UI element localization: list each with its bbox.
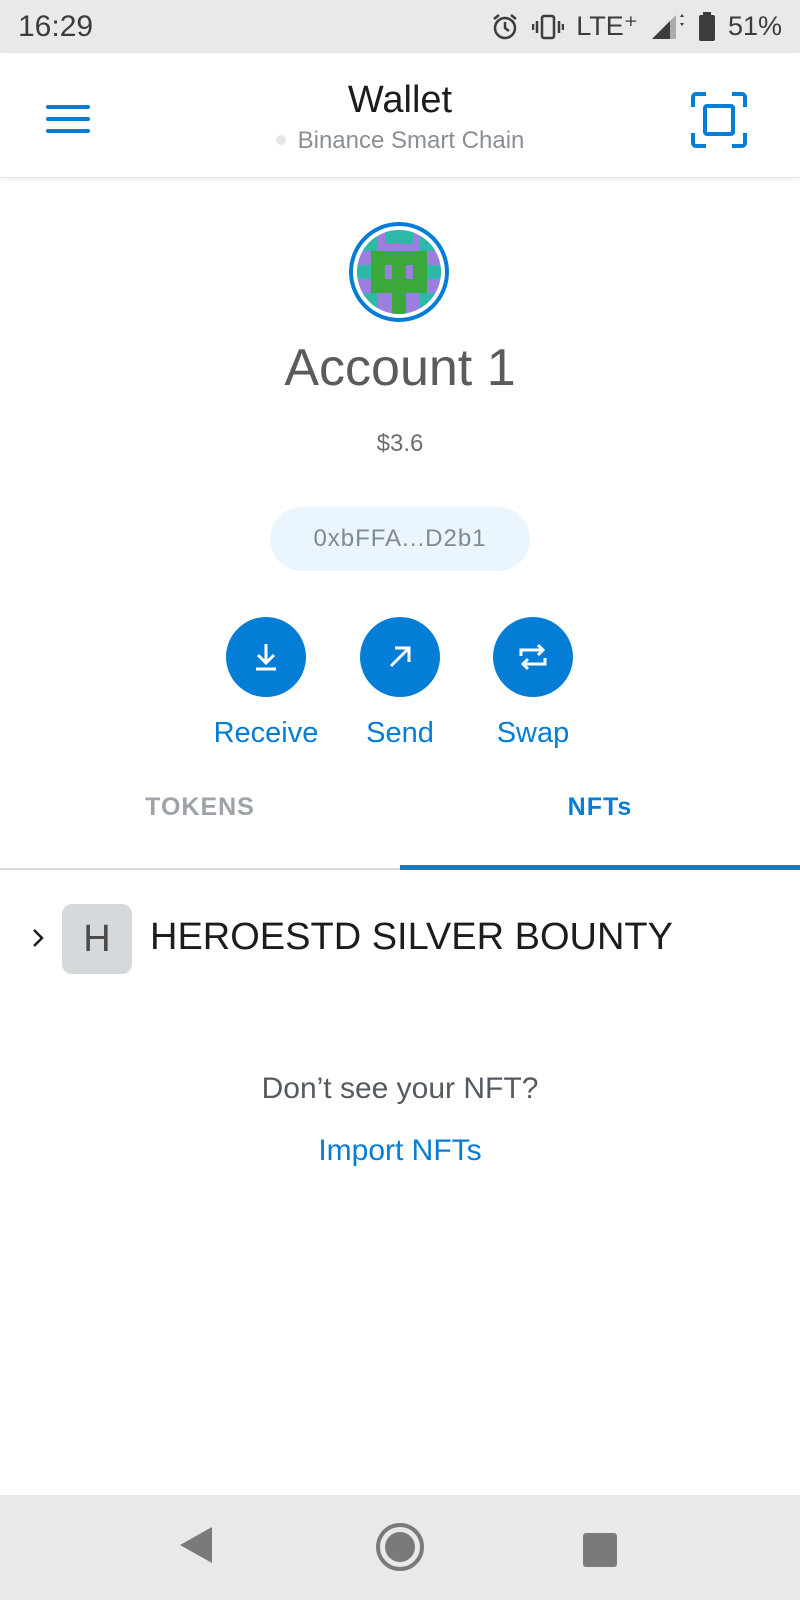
signal-icon <box>650 13 686 41</box>
account-balance: $3.6 <box>376 430 424 457</box>
status-time: 16:29 <box>18 9 94 43</box>
active-tab-indicator <box>400 865 800 870</box>
system-nav-bar <box>0 1495 800 1600</box>
recents-icon[interactable] <box>583 1533 617 1567</box>
arrow-up-right-icon <box>360 617 440 697</box>
scan-icon[interactable] <box>690 91 748 149</box>
collection-name: HEROESTD SILVER BOUNTY <box>150 916 673 958</box>
nft-collection-row[interactable]: H HEROESTD SILVER BOUNTY <box>0 904 800 976</box>
home-icon[interactable] <box>375 1522 425 1577</box>
tab-tokens[interactable]: TOKENS <box>0 775 400 868</box>
tab-nfts[interactable]: NFTs <box>400 775 800 868</box>
asset-tabs: TOKENS NFTs <box>0 775 800 870</box>
battery-percent: 51% <box>727 11 782 41</box>
account-name[interactable]: Account 1 <box>0 338 800 398</box>
back-icon[interactable] <box>178 1525 214 1570</box>
status-bar: 16:29 LTE⁺ 51% <box>0 0 800 53</box>
app-header: Wallet Binance Smart Chain <box>0 53 800 178</box>
alarm-icon <box>490 12 520 42</box>
collection-badge: H <box>62 904 132 974</box>
status-icons: LTE⁺ 51% <box>490 11 782 42</box>
send-label: Send <box>366 717 434 749</box>
swap-button[interactable]: Swap <box>463 617 603 750</box>
chevron-right-icon[interactable] <box>30 926 46 955</box>
page-title: Wallet <box>347 79 453 121</box>
missing-nft-prompt: Don’t see your NFT? <box>261 1072 539 1105</box>
receive-button[interactable]: Receive <box>196 617 336 750</box>
battery-icon <box>698 11 716 42</box>
network-type: LTE⁺ <box>576 11 638 41</box>
send-button[interactable]: Send <box>330 617 470 750</box>
network-indicator[interactable]: Binance Smart Chain <box>0 127 800 155</box>
receive-label: Receive <box>213 717 319 749</box>
import-nfts-link[interactable]: Import NFTs <box>0 1134 800 1168</box>
address-copy-button[interactable]: 0xbFFA...D2b1 <box>270 507 530 571</box>
network-name: Binance Smart Chain <box>297 127 525 154</box>
swap-label: Swap <box>496 717 570 749</box>
swap-icon <box>493 617 573 697</box>
network-dot-icon <box>275 134 286 145</box>
vibrate-icon <box>532 14 565 40</box>
account-avatar[interactable] <box>349 222 449 322</box>
download-icon <box>226 617 306 697</box>
